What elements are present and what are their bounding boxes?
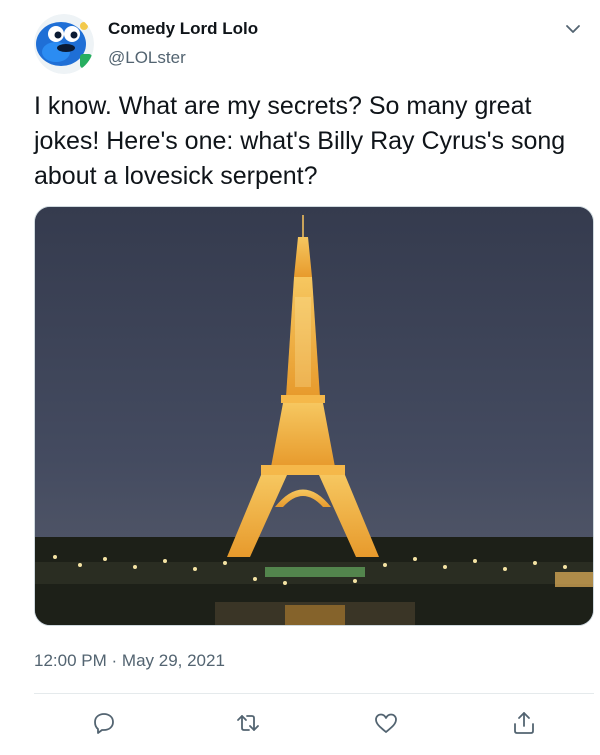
- heart-icon[interactable]: [371, 708, 401, 738]
- tweet-timestamp[interactable]: 12:00 PM · May 29, 2021: [34, 651, 225, 671]
- tweet-time: 12:00 PM: [34, 651, 107, 670]
- author-handle[interactable]: @LOLster: [108, 48, 186, 68]
- tweet-photo[interactable]: [34, 206, 594, 626]
- divider: [34, 693, 594, 694]
- reply-icon[interactable]: [89, 708, 119, 738]
- avatar-image: [34, 14, 94, 74]
- chevron-down-icon[interactable]: [562, 18, 584, 40]
- avatar[interactable]: [34, 14, 94, 74]
- author-name[interactable]: Comedy Lord Lolo: [108, 19, 258, 39]
- tweet-date: May 29, 2021: [121, 651, 225, 670]
- timestamp-separator: ·: [111, 651, 118, 670]
- retweet-icon[interactable]: [233, 708, 263, 738]
- tweet-text: I know. What are my secrets? So many gre…: [34, 92, 566, 190]
- eiffel-tower-night-photo: [35, 207, 593, 625]
- tweet: Comedy Lord Lolo @LOLster I know. What a…: [0, 0, 600, 755]
- share-icon[interactable]: [509, 708, 539, 738]
